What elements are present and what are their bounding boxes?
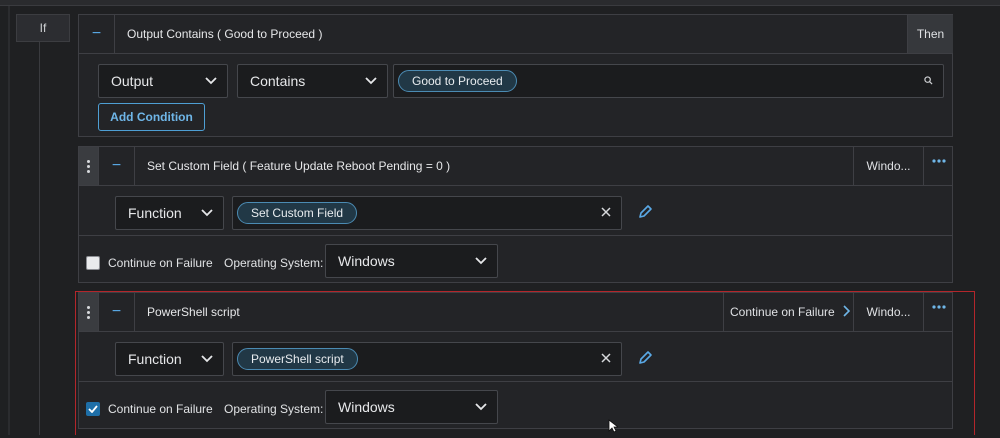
- step-title: PowerShell script: [147, 305, 240, 319]
- close-icon[interactable]: [601, 350, 611, 368]
- os-badge-text: Windo...: [866, 159, 911, 173]
- add-condition-label: Add Condition: [110, 110, 193, 124]
- collapse-step-icon[interactable]: −: [99, 147, 135, 185]
- edit-pencil-icon[interactable]: [637, 350, 653, 371]
- step-type-value: Function: [128, 351, 182, 367]
- chevron-down-icon: [201, 353, 213, 365]
- continue-on-failure-checkbox[interactable]: [86, 402, 100, 416]
- condition-header: − Output Contains ( Good to Proceed ) Th…: [79, 15, 953, 54]
- os-badge: Windo...: [853, 293, 923, 331]
- drag-handle-icon[interactable]: [79, 147, 99, 185]
- then-button[interactable]: Then: [907, 15, 953, 53]
- edit-pencil-icon[interactable]: [637, 204, 653, 225]
- step-type-value: Function: [128, 205, 182, 221]
- value-chip-label: Good to Proceed: [412, 74, 503, 88]
- close-icon[interactable]: [601, 204, 611, 222]
- more-options-icon[interactable]: [923, 293, 954, 331]
- value-chip[interactable]: Good to Proceed: [398, 70, 517, 92]
- condition-title: Output Contains ( Good to Proceed ): [127, 27, 323, 41]
- header-continue-on-failure[interactable]: Continue on Failure: [723, 293, 853, 331]
- continue-on-failure-label: Continue on Failure: [108, 256, 213, 270]
- top-bar: [0, 0, 1000, 6]
- os-label: Operating System:: [224, 256, 324, 270]
- divider: [79, 235, 952, 236]
- script-editor-canvas: If − Output Contains ( Good to Proceed )…: [0, 0, 1000, 435]
- add-condition-button[interactable]: Add Condition: [98, 103, 205, 131]
- condition-operator-select[interactable]: Contains: [237, 64, 388, 98]
- os-badge-text: Windo...: [866, 305, 911, 319]
- collapse-condition-icon[interactable]: −: [79, 15, 115, 53]
- if-branch-line: [39, 42, 40, 435]
- collapse-step-icon[interactable]: −: [99, 293, 135, 331]
- mouse-cursor-icon: [608, 419, 620, 438]
- os-select[interactable]: Windows: [325, 390, 498, 424]
- chevron-down-icon: [201, 207, 213, 219]
- step-header: − PowerShell script Continue on Failure …: [79, 293, 952, 332]
- then-label: Then: [916, 27, 945, 41]
- more-options-icon[interactable]: [923, 147, 954, 185]
- if-label: If: [16, 14, 70, 42]
- step-type-select[interactable]: Function: [115, 196, 224, 230]
- os-label: Operating System:: [224, 402, 324, 416]
- step-header: − Set Custom Field ( Feature Update Rebo…: [79, 147, 952, 186]
- chevron-down-icon: [205, 75, 217, 87]
- chevron-down-icon: [475, 401, 487, 413]
- os-select-value: Windows: [338, 399, 395, 415]
- step-powershell-script: − PowerShell script Continue on Failure …: [78, 292, 953, 429]
- step-type-select[interactable]: Function: [115, 342, 224, 376]
- left-rail: [8, 6, 10, 435]
- function-field[interactable]: PowerShell script: [232, 342, 622, 376]
- condition-field-select[interactable]: Output: [98, 64, 228, 98]
- function-chip-label: PowerShell script: [251, 352, 344, 366]
- condition-operator-value: Contains: [250, 73, 306, 89]
- condition-field-value: Output: [111, 73, 154, 89]
- if-text: If: [39, 21, 47, 35]
- step-title: Set Custom Field ( Feature Update Reboot…: [147, 159, 451, 173]
- os-select[interactable]: Windows: [325, 244, 498, 278]
- condition-block: − Output Contains ( Good to Proceed ) Th…: [78, 14, 953, 137]
- divider: [79, 381, 952, 382]
- search-icon[interactable]: [924, 72, 933, 90]
- continue-on-failure-label: Continue on Failure: [108, 402, 213, 416]
- step-set-custom-field: − Set Custom Field ( Feature Update Rebo…: [78, 146, 953, 283]
- header-continue-label: Continue on Failure: [730, 305, 835, 319]
- function-chip[interactable]: PowerShell script: [237, 348, 358, 370]
- continue-on-failure-checkbox[interactable]: [86, 256, 100, 270]
- condition-value-field[interactable]: Good to Proceed: [393, 64, 944, 98]
- chevron-down-icon: [475, 255, 487, 267]
- chevron-right-icon: [843, 304, 850, 320]
- function-chip-label: Set Custom Field: [251, 206, 344, 220]
- chevron-down-icon: [365, 75, 377, 87]
- os-select-value: Windows: [338, 253, 395, 269]
- os-badge: Windo...: [853, 147, 923, 185]
- function-field[interactable]: Set Custom Field: [232, 196, 622, 230]
- function-chip[interactable]: Set Custom Field: [237, 202, 358, 224]
- check-icon: [88, 405, 98, 413]
- drag-handle-icon[interactable]: [79, 293, 99, 331]
